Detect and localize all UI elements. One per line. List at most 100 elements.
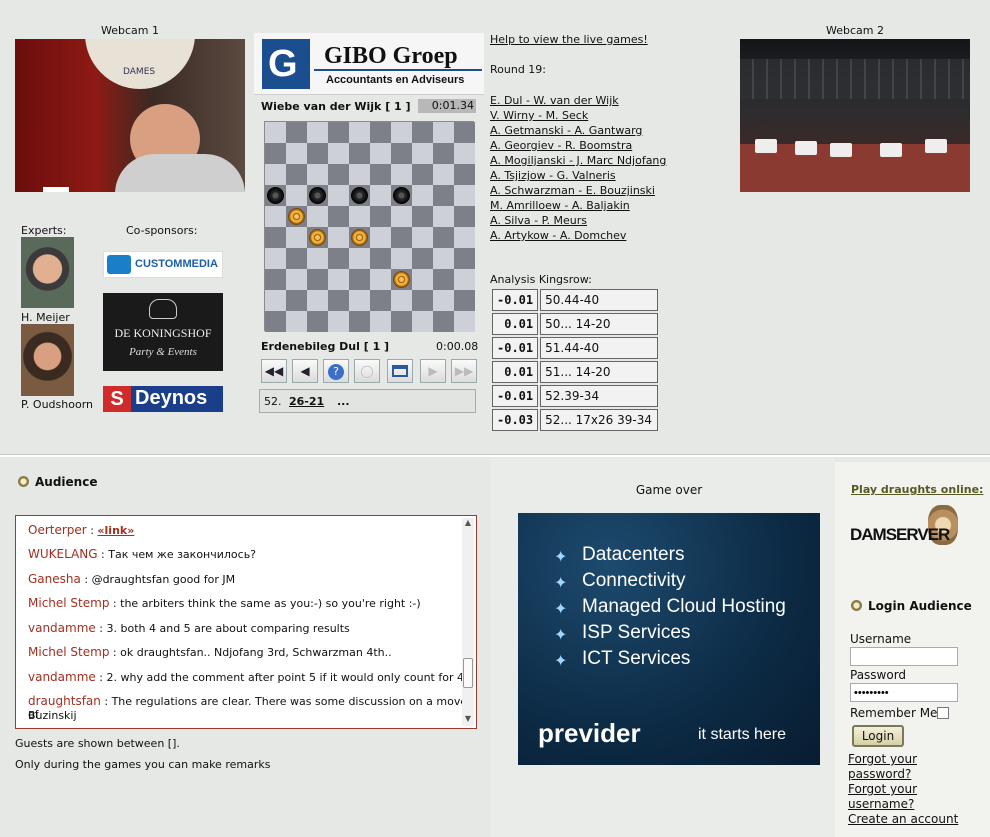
previous-move-button[interactable]: ◀ xyxy=(292,359,318,383)
remember-checkbox[interactable] xyxy=(937,707,949,719)
board-square[interactable] xyxy=(454,143,475,164)
board-square[interactable] xyxy=(286,185,307,206)
damserver-logo[interactable]: DAMSERVER xyxy=(850,505,978,563)
board-square[interactable] xyxy=(265,206,286,227)
board-square[interactable] xyxy=(370,227,391,248)
white-piece[interactable] xyxy=(309,229,326,246)
board-square[interactable] xyxy=(286,143,307,164)
password-input[interactable] xyxy=(850,683,958,702)
board-square[interactable] xyxy=(328,206,349,227)
board-square[interactable] xyxy=(286,227,307,248)
board-square[interactable] xyxy=(328,248,349,269)
white-piece[interactable] xyxy=(351,229,368,246)
board-square[interactable] xyxy=(433,206,454,227)
play-online-link[interactable]: Play draughts online: xyxy=(851,483,983,496)
board-square[interactable] xyxy=(433,143,454,164)
board-square[interactable] xyxy=(265,290,286,311)
previder-advertisement[interactable]: ✦ Datacenters ✦ Connectivity ✦ Managed C… xyxy=(518,513,820,765)
board-square[interactable] xyxy=(328,227,349,248)
game-link[interactable]: A. Georgiev - R. Boomstra xyxy=(490,138,666,153)
login-button[interactable]: Login xyxy=(852,725,904,747)
board-square[interactable] xyxy=(433,185,454,206)
last-move-button[interactable]: ▶▶ xyxy=(451,359,477,383)
username-input[interactable] xyxy=(850,647,958,666)
board-square[interactable] xyxy=(349,143,370,164)
board-square[interactable] xyxy=(349,311,370,332)
board-square[interactable] xyxy=(433,311,454,332)
board-square[interactable] xyxy=(328,122,349,143)
board-square[interactable] xyxy=(328,311,349,332)
board-square[interactable] xyxy=(307,290,328,311)
board-square[interactable] xyxy=(328,290,349,311)
board-square[interactable] xyxy=(349,269,370,290)
board-square[interactable] xyxy=(433,227,454,248)
black-piece[interactable] xyxy=(393,187,410,204)
board-square[interactable] xyxy=(349,164,370,185)
board-square[interactable] xyxy=(286,311,307,332)
board-square[interactable] xyxy=(370,311,391,332)
flip-board-button[interactable] xyxy=(387,359,413,383)
deynos-logo[interactable]: S Deynos xyxy=(103,386,223,412)
board-square[interactable] xyxy=(349,206,370,227)
board-square[interactable] xyxy=(349,122,370,143)
board-square[interactable] xyxy=(433,290,454,311)
game-link[interactable]: M. Amrilloew - A. Baljakin xyxy=(490,198,666,213)
next-move-button[interactable]: ▶ xyxy=(420,359,446,383)
board-square[interactable] xyxy=(433,164,454,185)
board-square[interactable] xyxy=(454,311,475,332)
board-square[interactable] xyxy=(454,248,475,269)
black-piece[interactable] xyxy=(309,187,326,204)
board-square[interactable] xyxy=(307,206,328,227)
create-account-link[interactable]: Create an account xyxy=(848,812,958,826)
board-square[interactable] xyxy=(349,248,370,269)
game-link[interactable]: A. Schwarzman - E. Bouzjinski xyxy=(490,183,666,198)
board-square[interactable] xyxy=(391,206,412,227)
move-link[interactable]: 26-21 xyxy=(289,395,324,408)
scroll-up-icon[interactable]: ▲ xyxy=(462,518,474,530)
game-link[interactable]: A. Mogiljanski - J. Marc Ndjofang xyxy=(490,153,666,168)
board-square[interactable] xyxy=(391,311,412,332)
draughts-board[interactable] xyxy=(264,121,475,332)
board-square[interactable] xyxy=(265,227,286,248)
board-square[interactable] xyxy=(391,290,412,311)
board-square[interactable] xyxy=(328,185,349,206)
scroll-down-icon[interactable]: ▼ xyxy=(462,714,474,726)
chat-scrollbar[interactable]: ▲ ▼ xyxy=(462,518,474,726)
board-square[interactable] xyxy=(433,122,454,143)
board-square[interactable] xyxy=(265,143,286,164)
white-piece[interactable] xyxy=(393,271,410,288)
board-square[interactable] xyxy=(370,185,391,206)
board-square[interactable] xyxy=(286,248,307,269)
board-square[interactable] xyxy=(370,248,391,269)
board-square[interactable] xyxy=(391,122,412,143)
board-square[interactable] xyxy=(370,290,391,311)
board-square[interactable] xyxy=(433,269,454,290)
board-square[interactable] xyxy=(412,248,433,269)
board-square[interactable] xyxy=(307,143,328,164)
board-square[interactable] xyxy=(391,143,412,164)
board-square[interactable] xyxy=(286,269,307,290)
black-piece[interactable] xyxy=(351,187,368,204)
game-link[interactable]: V. Wirny - M. Seck xyxy=(490,108,666,123)
board-square[interactable] xyxy=(412,164,433,185)
board-square[interactable] xyxy=(307,122,328,143)
board-square[interactable] xyxy=(391,164,412,185)
koningshof-logo[interactable]: DE KONINGSHOF Party & Events xyxy=(103,293,223,371)
board-square[interactable] xyxy=(412,185,433,206)
chat-link[interactable]: «link» xyxy=(97,524,134,537)
board-square[interactable] xyxy=(412,269,433,290)
board-square[interactable] xyxy=(412,311,433,332)
board-square[interactable] xyxy=(454,164,475,185)
board-square[interactable] xyxy=(265,311,286,332)
game-link[interactable]: E. Dul - W. van der Wijk xyxy=(490,93,666,108)
board-square[interactable] xyxy=(265,164,286,185)
board-square[interactable] xyxy=(433,248,454,269)
gibo-groep-logo[interactable]: G GIBO Groep Accountants en Adviseurs xyxy=(254,33,484,95)
game-link[interactable]: A. Silva - P. Meurs xyxy=(490,213,666,228)
first-move-button[interactable]: ◀◀ xyxy=(261,359,287,383)
board-square[interactable] xyxy=(412,122,433,143)
board-square[interactable] xyxy=(286,164,307,185)
custommedia-logo[interactable]: CUSTOMMEDIA xyxy=(103,251,223,278)
board-square[interactable] xyxy=(454,122,475,143)
game-link[interactable]: A. Getmanski - A. Gantwarg xyxy=(490,123,666,138)
